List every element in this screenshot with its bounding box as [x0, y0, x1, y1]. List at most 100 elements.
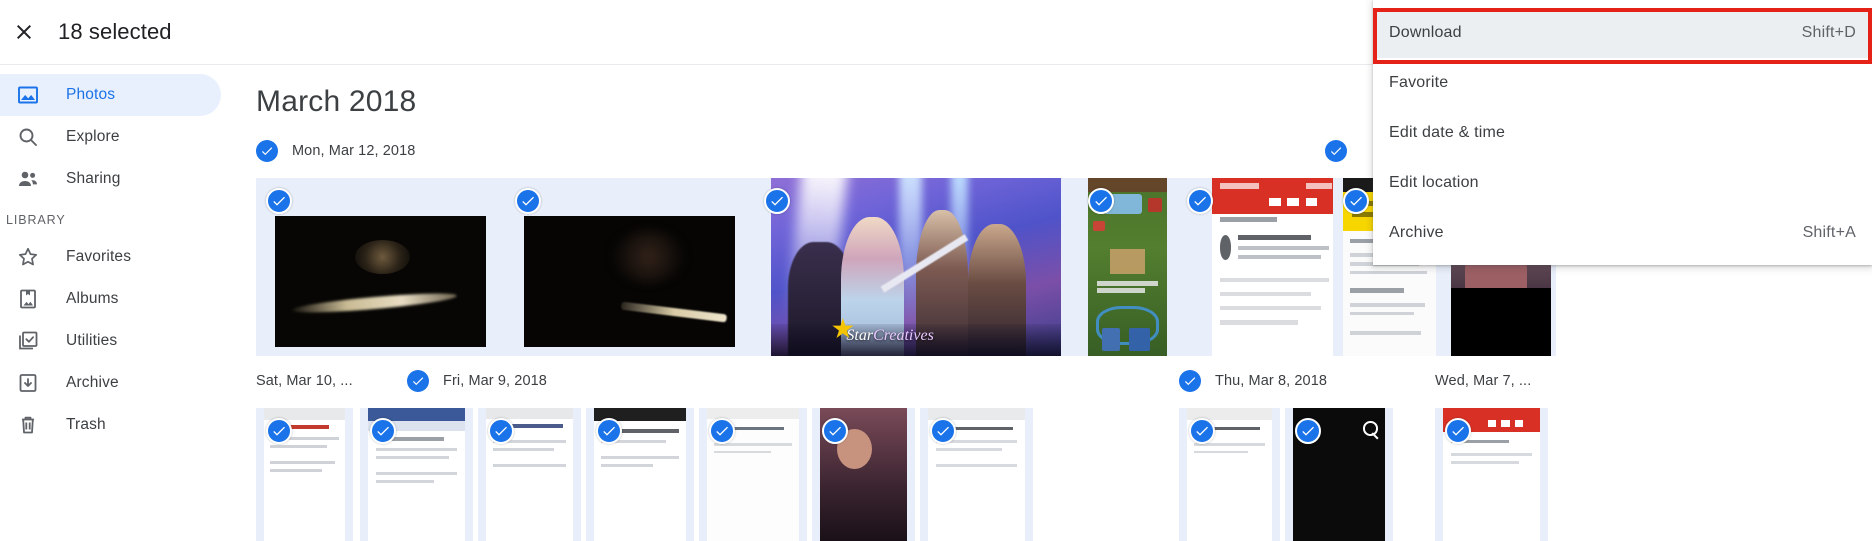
menu-item-edit-date-time[interactable]: Edit date & time [1373, 108, 1872, 158]
photo-select-checkbox[interactable] [1088, 188, 1114, 214]
menu-item-shortcut: Shift+A [1802, 224, 1856, 241]
date-header-mar-10: Sat, Mar 10, ... [256, 369, 353, 393]
photo-tile[interactable] [1435, 408, 1548, 541]
check-icon [1196, 426, 1208, 436]
date-select-checkbox[interactable] [1325, 140, 1347, 162]
photo-select-checkbox[interactable] [764, 188, 790, 214]
check-icon [937, 426, 949, 436]
photo-tile[interactable] [505, 178, 754, 356]
date-select-checkbox[interactable] [1179, 370, 1201, 392]
menu-item-download[interactable]: Download Shift+D [1373, 8, 1872, 58]
check-icon [273, 196, 285, 206]
sidebar-item-trash[interactable]: Trash [0, 404, 221, 446]
context-menu: Download Shift+D Favorite Edit date & ti… [1373, 0, 1872, 265]
photo-select-checkbox[interactable] [488, 418, 514, 444]
date-header-partial-right [1325, 139, 1347, 163]
photo-tile[interactable] [812, 408, 915, 541]
photo-select-checkbox[interactable] [370, 418, 396, 444]
photo-tile[interactable] [1078, 178, 1177, 356]
photo-icon [16, 83, 40, 107]
photo-thumbnail [275, 216, 486, 347]
menu-item-label: Favorite [1389, 74, 1449, 91]
check-icon [603, 426, 615, 436]
close-button[interactable] [0, 8, 48, 56]
photo-tile[interactable] [478, 408, 581, 541]
photo-tile[interactable] [920, 408, 1033, 541]
page-title: March 2018 [256, 85, 417, 118]
check-icon [495, 426, 507, 436]
menu-item-label: Archive [1389, 224, 1444, 241]
check-icon [829, 426, 841, 436]
sidebar-item-utilities[interactable]: Utilities [0, 320, 221, 362]
check-icon [522, 196, 534, 206]
photo-select-checkbox[interactable] [930, 418, 956, 444]
check-icon [1330, 147, 1342, 156]
sidebar-item-sharing[interactable]: Sharing [0, 158, 221, 200]
sidebar: Photos Explore Sharing LIBRARY Favorites… [0, 65, 240, 541]
date-header-mar-9: Fri, Mar 9, 2018 [407, 369, 547, 393]
check-icon [716, 426, 728, 436]
date-select-checkbox[interactable] [407, 370, 429, 392]
sidebar-item-archive[interactable]: Archive [0, 362, 221, 404]
photo-select-checkbox[interactable] [596, 418, 622, 444]
check-icon [261, 147, 273, 156]
photo-tile[interactable] [256, 178, 505, 356]
check-icon [377, 426, 389, 436]
date-header-label: Wed, Mar 7, ... [1435, 373, 1532, 389]
date-header-mar-8: Thu, Mar 8, 2018 [1179, 369, 1327, 393]
photo-select-checkbox[interactable] [266, 188, 292, 214]
photo-select-checkbox[interactable] [1187, 188, 1213, 214]
sidebar-item-label: Trash [66, 416, 106, 433]
photo-thumbnail [1212, 178, 1342, 356]
menu-item-favorite[interactable]: Favorite [1373, 58, 1872, 108]
photo-select-checkbox[interactable] [1295, 418, 1321, 444]
date-select-checkbox[interactable] [256, 140, 278, 162]
date-header-mar-12: Mon, Mar 12, 2018 [256, 139, 415, 163]
sidebar-item-label: Favorites [66, 248, 132, 265]
close-icon [17, 25, 31, 39]
archive-icon [16, 371, 40, 395]
check-icon [1302, 426, 1314, 436]
photo-tile[interactable] [699, 408, 807, 541]
sidebar-item-albums[interactable]: Albums [0, 278, 221, 320]
photo-select-checkbox[interactable] [822, 418, 848, 444]
sidebar-item-explore[interactable]: Explore [0, 116, 221, 158]
photo-select-checkbox[interactable] [1445, 418, 1471, 444]
photo-select-checkbox[interactable] [1343, 188, 1369, 214]
photo-tile[interactable] [256, 408, 353, 541]
menu-item-label: Download [1389, 24, 1462, 41]
utilities-icon [16, 329, 40, 353]
photo-select-checkbox[interactable] [1189, 418, 1215, 444]
sidebar-item-label: Photos [66, 86, 116, 103]
check-icon [771, 196, 783, 206]
menu-item-label: Edit location [1389, 174, 1479, 191]
photo-thumbnail [524, 216, 735, 347]
check-icon [412, 377, 424, 386]
album-icon [16, 287, 40, 311]
sidebar-item-favorites[interactable]: Favorites [0, 236, 221, 278]
photo-tile[interactable] [1179, 408, 1280, 541]
photo-tile[interactable]: StarCreatives [754, 178, 1078, 356]
sidebar-item-photos[interactable]: Photos [0, 74, 221, 116]
library-section-heading: LIBRARY [6, 213, 66, 227]
photo-select-checkbox[interactable] [709, 418, 735, 444]
people-icon [16, 167, 40, 191]
check-icon [273, 426, 285, 436]
date-header-label: Thu, Mar 8, 2018 [1215, 373, 1328, 389]
star-icon [16, 245, 40, 269]
date-header-mar-7: Wed, Mar 7, ... [1435, 369, 1531, 393]
date-header-label: Mon, Mar 12, 2018 [292, 143, 416, 159]
photo-tile[interactable] [360, 408, 473, 541]
selection-count-label: 18 selected [58, 19, 172, 44]
menu-item-label: Edit date & time [1389, 124, 1506, 141]
menu-item-shortcut: Shift+D [1801, 24, 1856, 41]
sidebar-item-label: Sharing [66, 170, 121, 187]
photo-tile[interactable] [1285, 408, 1393, 541]
photo-select-checkbox[interactable] [266, 418, 292, 444]
photo-select-checkbox[interactable] [515, 188, 541, 214]
menu-item-archive[interactable]: Archive Shift+A [1373, 208, 1872, 258]
search-icon [16, 125, 40, 149]
photo-thumbnail: StarCreatives [771, 178, 1061, 356]
menu-item-edit-location[interactable]: Edit location [1373, 158, 1872, 208]
photo-tile[interactable] [586, 408, 694, 541]
